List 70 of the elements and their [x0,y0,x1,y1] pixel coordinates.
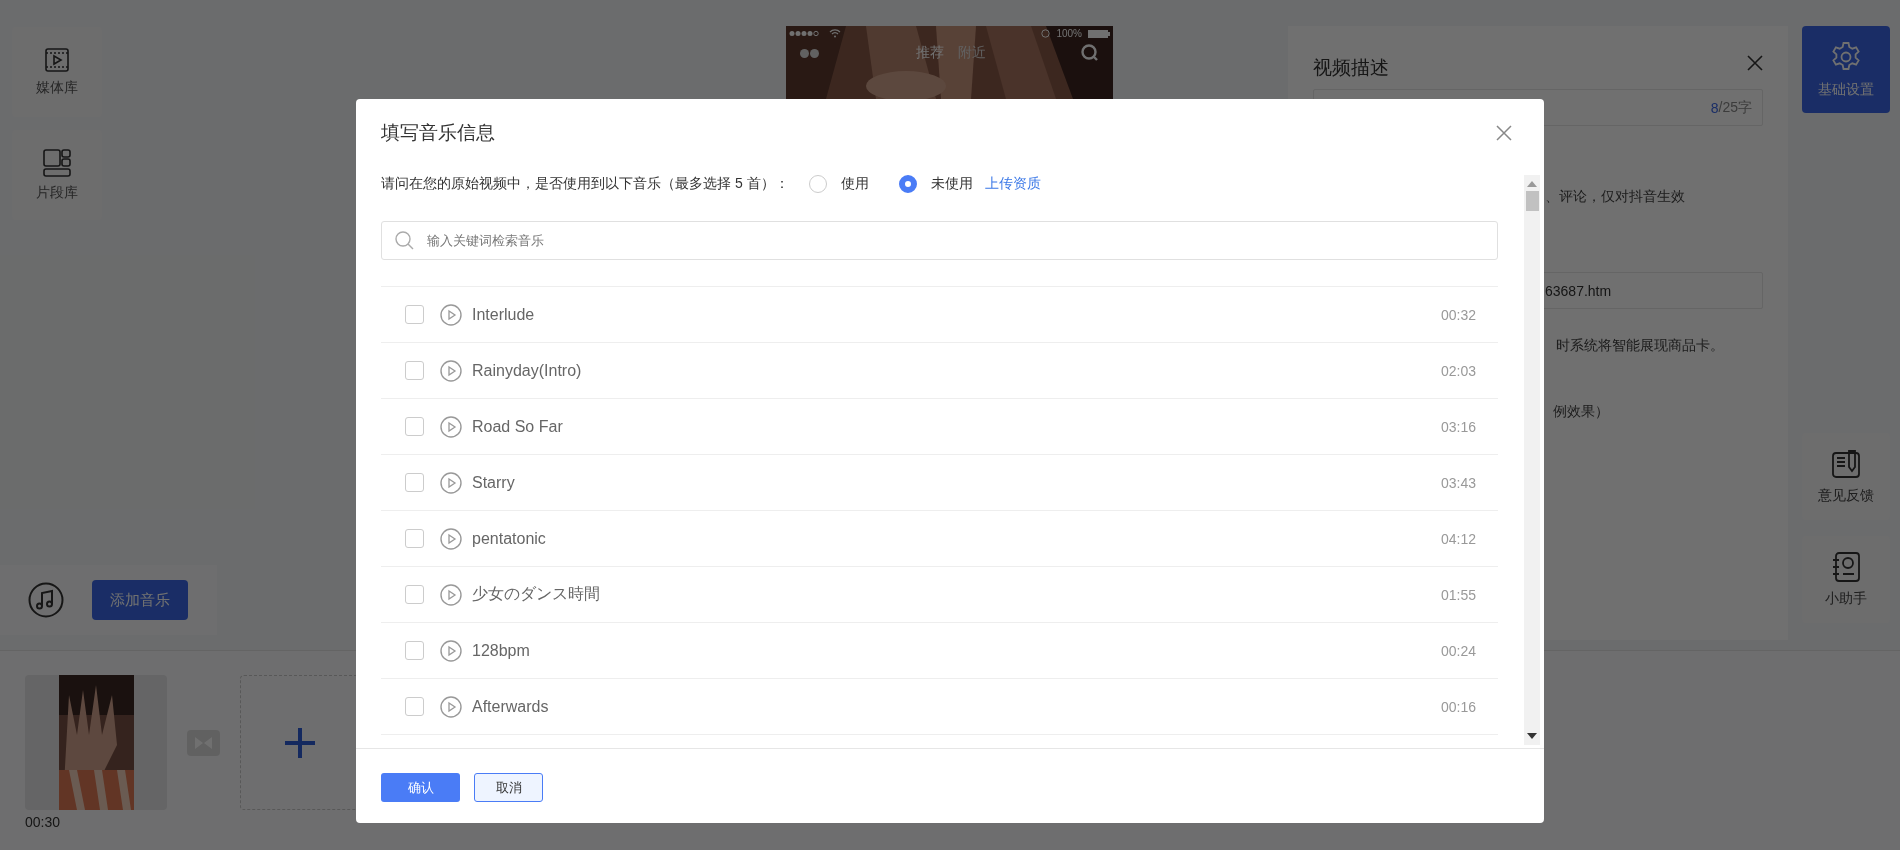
play-icon[interactable] [440,527,462,550]
note-pen-icon [1832,448,1860,479]
phone-tab[interactable]: 推荐 [915,44,944,62]
track-title: Starry [472,473,515,492]
track-duration: 04:12 [1440,530,1476,547]
play-icon[interactable] [440,359,462,382]
track-title: Afterwards [472,697,549,716]
dots-icon [800,48,820,58]
radio-option[interactable]: 使用 [808,175,869,193]
checkbox[interactable] [405,305,424,324]
track-duration: 00:16 [1440,698,1476,715]
cancel-button[interactable]: 取消 [474,773,543,802]
settings-icon [1830,40,1862,73]
play-icon[interactable] [440,303,462,326]
play-icon[interactable] [440,471,462,494]
panel-note: 时系统将智能展现商品卡。 [1556,337,1724,355]
play-icon[interactable] [440,415,462,438]
radio-option[interactable]: 未使用 [898,175,973,193]
settings-button[interactable]: 基础设置 [1802,26,1890,113]
play-icon[interactable] [440,695,462,718]
clip-duration: 00:30 [25,814,62,830]
checkbox[interactable] [405,473,424,492]
search-icon [395,231,414,250]
up-arrow-icon[interactable] [1527,181,1537,187]
add-music-button[interactable]: 添加音乐 [92,580,188,620]
checkbox[interactable] [405,529,424,548]
checkbox[interactable] [405,417,424,436]
down-arrow-icon[interactable] [1527,733,1537,739]
track-duration: 03:43 [1440,474,1476,491]
dialog-title: 填写音乐信息 [381,121,495,145]
close-icon[interactable] [1747,55,1763,71]
track-duration: 00:24 [1440,642,1476,659]
track-duration: 03:16 [1440,418,1476,435]
scrollbar-thumb[interactable] [1525,191,1539,211]
upload-link[interactable]: 上传资质 [984,175,1041,193]
track-title: 128bpm [472,641,530,660]
panel-title: 视频描述 [1313,56,1389,80]
track-title: Road So Far [472,417,563,436]
search-icon[interactable] [1081,44,1099,62]
battery-icon [1088,29,1110,38]
track-title: Interlude [472,305,535,324]
help-book-icon [1832,551,1860,582]
panel-note: 、评论，仅对抖音生效 [1545,188,1685,206]
radio-button[interactable] [898,175,917,193]
music-note-icon [28,582,64,618]
close-icon[interactable] [1496,125,1512,141]
checkbox[interactable] [405,697,424,716]
wifi-icon [829,29,841,38]
battery-percent: 100% [1056,28,1082,39]
checkbox[interactable] [405,585,424,604]
clip-thumbnail[interactable] [25,675,167,810]
question-text: 请问在您的原始视频中，是否使用到以下音乐（最多选择 5 首）： [381,175,789,193]
layout-icon [42,148,72,178]
film-icon [44,47,70,73]
search-field[interactable]: 输入关键词检索音乐 [381,221,1498,260]
track-duration: 01:55 [1440,586,1476,603]
checkbox[interactable] [405,361,424,380]
play-icon[interactable] [440,639,462,662]
panel-note: 例效果） [1553,403,1609,421]
track-title: pentatonic [472,529,546,548]
confirm-button[interactable]: 确认 [381,773,460,802]
track-duration: 02:03 [1440,362,1476,379]
play-icon[interactable] [440,583,462,606]
char-count: 8 [1710,99,1719,116]
track-title: 少女のダンス時間 [472,584,600,604]
scrollbar[interactable] [1524,175,1540,745]
track-duration: 00:32 [1440,306,1476,323]
plus-icon [283,726,316,759]
checkbox[interactable] [405,641,424,660]
track-title: Rainyday(Intro) [472,361,582,380]
